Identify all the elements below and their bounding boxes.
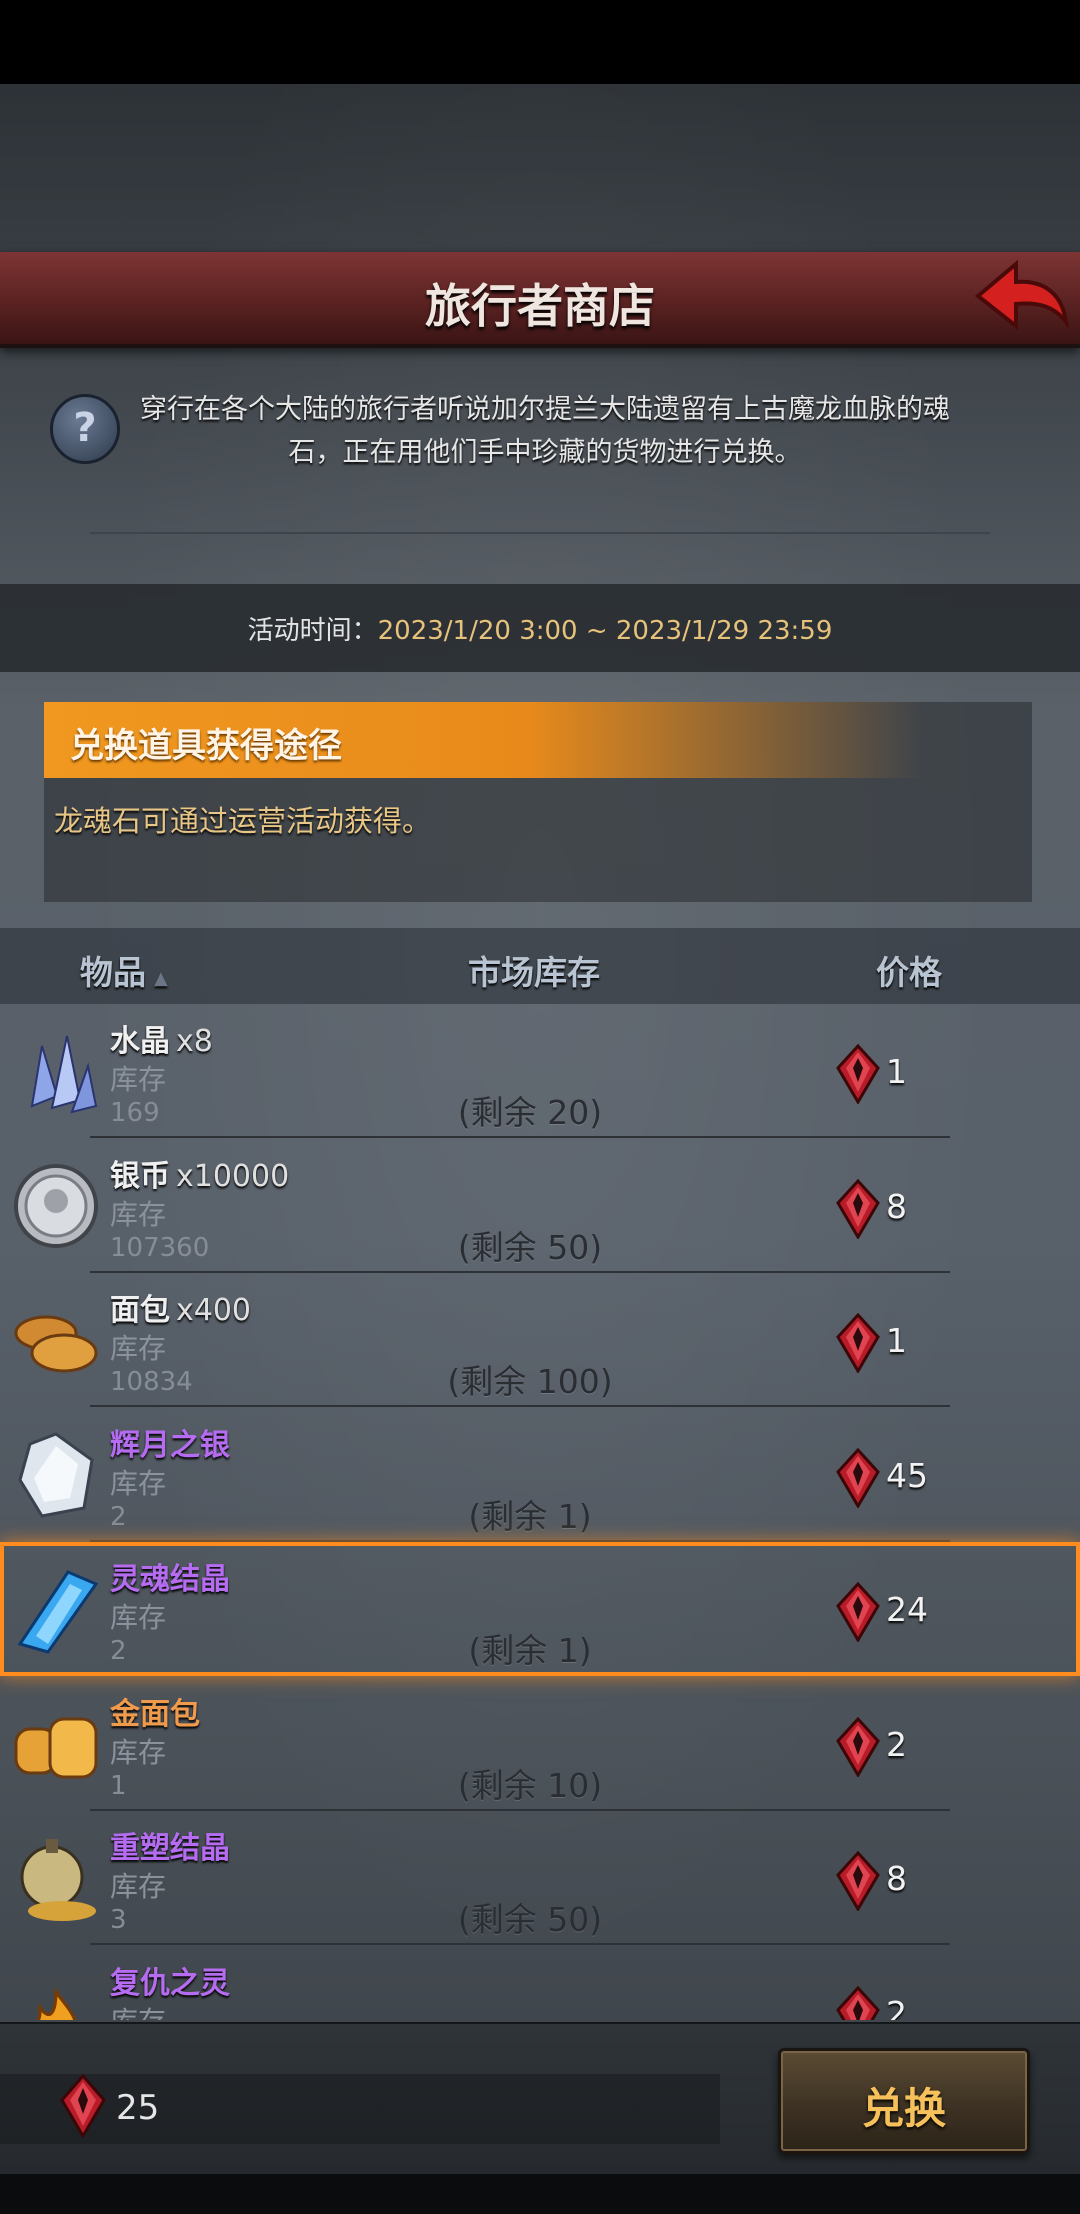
dragon-soul-gem-icon <box>836 1447 880 1508</box>
item-quantity: x10000 <box>176 1158 290 1194</box>
event-time-bar: 活动时间：2023/1/20 3:00 ~ 2023/1/29 23:59 <box>0 584 1080 672</box>
item-price: 2 <box>886 1724 907 1764</box>
item-name: 灵魂结晶 <box>110 1562 230 1597</box>
shop-description: 穿行在各个大陆的旅行者听说加尔提兰大陆遗留有上古魔龙血脉的魂石，正在用他们手中珍… <box>140 394 950 468</box>
table-row[interactable]: 辉月之银 库存 2 (剩余 1) 45 <box>0 1408 1080 1542</box>
page-title: 旅行者商店 <box>425 279 655 333</box>
table-header: 物品 ▲ 市场库存 价格 <box>0 928 1080 1004</box>
item-price: 1 <box>886 1052 907 1091</box>
item-price: 45 <box>886 1455 928 1495</box>
market-remaining: (剩余 50) <box>457 1900 603 1939</box>
table-row[interactable]: 复仇之灵库存 2 <box>0 1946 1080 2021</box>
item-name: 复仇之灵 <box>110 1965 230 2001</box>
back-arrow-icon[interactable] <box>970 256 1070 336</box>
dragon-soul-gem-icon <box>836 1044 880 1104</box>
dragon-soul-gem-icon <box>836 1313 880 1373</box>
table-row[interactable]: 金面包 库存 1 (剩余 10) 2 <box>0 1677 1080 1811</box>
dragon-soul-gem-icon <box>836 1178 880 1239</box>
item-name: 金面包 <box>110 1696 200 1732</box>
table-row[interactable]: 银币 x10000 库存 107360 (剩余 50) 8 <box>0 1139 1080 1273</box>
divider <box>90 532 990 534</box>
item-name: 面包 x400 <box>110 1293 252 1328</box>
col-price[interactable]: 价格 <box>876 946 942 994</box>
dragon-soul-gem-icon <box>836 1582 880 1642</box>
table-row[interactable]: 灵魂结晶 库存 2 (剩余 1) 24 <box>0 1542 1080 1676</box>
dragon-soul-gem-icon <box>836 1851 880 1911</box>
item-price: 8 <box>886 1186 907 1226</box>
sort-arrow-icon: ▲ <box>154 968 168 989</box>
item-price: 8 <box>886 1859 907 1898</box>
acquire-info-header: 兑换道具获得途径 <box>44 702 924 778</box>
acquire-info-box: 兑换道具获得途径 龙魂石可通过运营活动获得。 <box>44 702 1032 902</box>
item-quantity: x400 <box>176 1293 252 1328</box>
title-bar: 旅行者商店 <box>0 252 1080 348</box>
help-icon[interactable]: ? <box>50 394 120 464</box>
col-item[interactable]: 物品 ▲ <box>80 946 168 994</box>
item-price: 1 <box>886 1321 907 1360</box>
acquire-info-title: 兑换道具获得途径 <box>70 726 342 766</box>
dragon-soul-gem-icon <box>836 1985 880 2020</box>
col-stock[interactable]: 市场库存 <box>468 946 600 994</box>
market-remaining: (剩余 1) <box>468 1496 592 1536</box>
market-remaining: (剩余 20) <box>457 1093 603 1132</box>
balance-panel <box>0 2074 720 2144</box>
dragon-soul-gem-icon <box>836 1716 880 1777</box>
item-name: 辉月之银 <box>110 1427 230 1463</box>
acquire-info-text: 龙魂石可通过运营活动获得。 <box>54 804 432 838</box>
stock-label: 库存 <box>110 2000 166 2021</box>
market-remaining: (剩余 50) <box>457 1227 603 1267</box>
event-time-label: 活动时间： <box>247 616 378 646</box>
event-time-value: 2023/1/20 3:00 ~ 2023/1/29 23:59 <box>377 616 833 646</box>
market-remaining: (剩余 10) <box>457 1765 603 1805</box>
item-name: 水晶 x8 <box>110 1024 213 1059</box>
table-row[interactable]: 重塑结晶 库存 3 (剩余 50) 8 <box>0 1811 1080 1945</box>
item-name: 银币 x10000 <box>110 1158 290 1194</box>
balance-value: 25 <box>116 2088 160 2128</box>
item-name: 重塑结晶 <box>110 1831 230 1866</box>
item-list[interactable]: 水晶 x8 库存 169 (剩余 20) 1 银币 x10000 库存 107360 (剩余 50)… <box>0 1004 1080 2020</box>
nav-bar <box>0 2174 1080 2214</box>
status-bar <box>0 0 1080 84</box>
item-price: 2 <box>886 1993 907 2021</box>
market-remaining: (剩余 100) <box>447 1362 613 1401</box>
exchange-button[interactable]: 兑换 <box>778 2048 1030 2154</box>
market-remaining: (剩余 1) <box>468 1631 592 1670</box>
vengeance-spirit-icon <box>36 1986 77 2020</box>
dragon-soul-gem-icon <box>60 2074 106 2138</box>
item-price: 24 <box>886 1590 928 1629</box>
table-row[interactable]: 水晶 x8 库存 169 (剩余 20) 1 <box>0 1004 1080 1138</box>
table-row[interactable]: 面包 x400 库存 10834 (剩余 100) 1 <box>0 1273 1080 1407</box>
item-quantity: x8 <box>176 1024 213 1059</box>
